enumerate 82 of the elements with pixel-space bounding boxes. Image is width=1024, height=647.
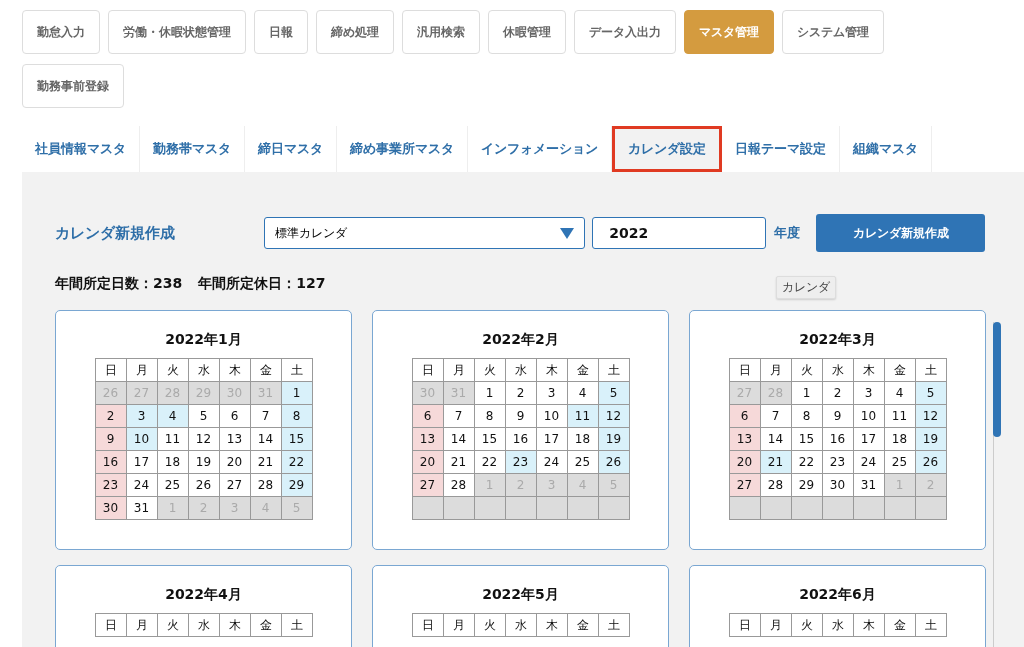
weekday-cell: 水 — [505, 358, 536, 382]
menu-button[interactable]: 勤務事前登録 — [22, 64, 124, 108]
weekday-cell: 木 — [219, 613, 250, 637]
day-cell: 20 — [412, 450, 443, 474]
menu-button[interactable]: 締め処理 — [316, 10, 394, 54]
menu-button[interactable]: システム管理 — [782, 10, 884, 54]
month-title: 2022年6月 — [799, 586, 876, 604]
weekday-cell: 水 — [188, 358, 219, 382]
calendar-select[interactable]: 標準カレンダ — [264, 217, 586, 249]
day-cell: 6 — [729, 404, 760, 428]
weekday-cell: 水 — [505, 613, 536, 637]
day-cell: 27 — [412, 473, 443, 497]
weekday-cell: 火 — [157, 613, 188, 637]
month-title: 2022年3月 — [799, 331, 876, 349]
day-cell: 20 — [729, 450, 760, 474]
section-title: カレンダ新規作成 — [55, 223, 176, 243]
weekday-cell: 金 — [567, 358, 598, 382]
weekday-cell: 火 — [474, 358, 505, 382]
menu-button[interactable]: 休暇管理 — [488, 10, 566, 54]
create-calendar-button[interactable]: カレンダ新規作成 — [816, 214, 985, 252]
weekday-cell: 土 — [598, 358, 629, 382]
weekday-cell: 土 — [281, 613, 312, 637]
weekday-cell: 日 — [412, 613, 443, 637]
weekday-cell: 水 — [822, 613, 853, 637]
stat-text: 年間所定休日：127 — [198, 275, 326, 293]
weekday-cell: 火 — [157, 358, 188, 382]
tab[interactable]: カレンダ設定 — [612, 126, 722, 172]
day-cell: 9 — [95, 427, 126, 451]
weekday-cell: 土 — [598, 613, 629, 637]
weekday-cell: 月 — [443, 358, 474, 382]
day-cell: 2 — [95, 404, 126, 428]
menu-button[interactable]: データ入出力 — [574, 10, 676, 54]
day-cell: 27 — [729, 473, 760, 497]
weekday-cell: 月 — [760, 358, 791, 382]
weekday-cell: 日 — [95, 358, 126, 382]
weekday-cell: 木 — [536, 358, 567, 382]
weekday-cell: 金 — [250, 613, 281, 637]
day-cell: 13 — [412, 427, 443, 451]
menu-button[interactable]: 労働・休暇状態管理 — [108, 10, 246, 54]
weekday-cell: 金 — [884, 613, 915, 637]
dropdown-caret-icon — [560, 227, 575, 239]
weekday-cell: 火 — [791, 613, 822, 637]
year-field[interactable]: 2022 — [592, 217, 767, 249]
month-title: 2022年1月 — [165, 331, 242, 349]
day-cell: 23 — [95, 473, 126, 497]
weekday-cell: 火 — [791, 358, 822, 382]
month-title: 2022年4月 — [165, 586, 242, 604]
weekday-cell: 水 — [822, 358, 853, 382]
weekday-cell: 月 — [126, 613, 157, 637]
month-title: 2022年2月 — [482, 331, 559, 349]
menu-button[interactable]: 日報 — [254, 10, 308, 54]
weekday-cell: 月 — [126, 358, 157, 382]
day-cell: 16 — [95, 450, 126, 474]
weekday-cell: 日 — [95, 613, 126, 637]
weekday-cell: 木 — [853, 358, 884, 382]
stat-text: 年間所定日数：238 — [55, 275, 183, 293]
weekday-cell: 日 — [729, 358, 760, 382]
weekday-cell: 金 — [884, 358, 915, 382]
menu-button[interactable]: 勤怠入力 — [22, 10, 100, 54]
weekday-cell: 金 — [250, 358, 281, 382]
scrollbar-thumb[interactable] — [993, 322, 1001, 437]
menu-button[interactable]: 汎用検索 — [402, 10, 480, 54]
scrollbar-track[interactable] — [993, 322, 1002, 647]
tooltip: カレンダ — [776, 276, 836, 299]
weekday-cell: 火 — [474, 613, 505, 637]
month-title: 2022年5月 — [482, 586, 559, 604]
weekday-cell: 木 — [853, 613, 884, 637]
day-cell: 13 — [729, 427, 760, 451]
weekday-cell: 土 — [915, 358, 946, 382]
weekday-cell: 日 — [729, 613, 760, 637]
weekday-cell: 木 — [536, 613, 567, 637]
weekday-cell: 土 — [281, 358, 312, 382]
day-cell: 6 — [412, 404, 443, 428]
weekday-cell: 金 — [567, 613, 598, 637]
day-cell: 30 — [95, 496, 126, 520]
weekday-cell: 土 — [915, 613, 946, 637]
weekday-cell: 木 — [219, 358, 250, 382]
weekday-cell: 月 — [760, 613, 791, 637]
weekday-cell: 月 — [443, 613, 474, 637]
weekday-cell: 水 — [188, 613, 219, 637]
year-unit-label: 年度 — [774, 224, 801, 242]
weekday-cell: 日 — [412, 358, 443, 382]
